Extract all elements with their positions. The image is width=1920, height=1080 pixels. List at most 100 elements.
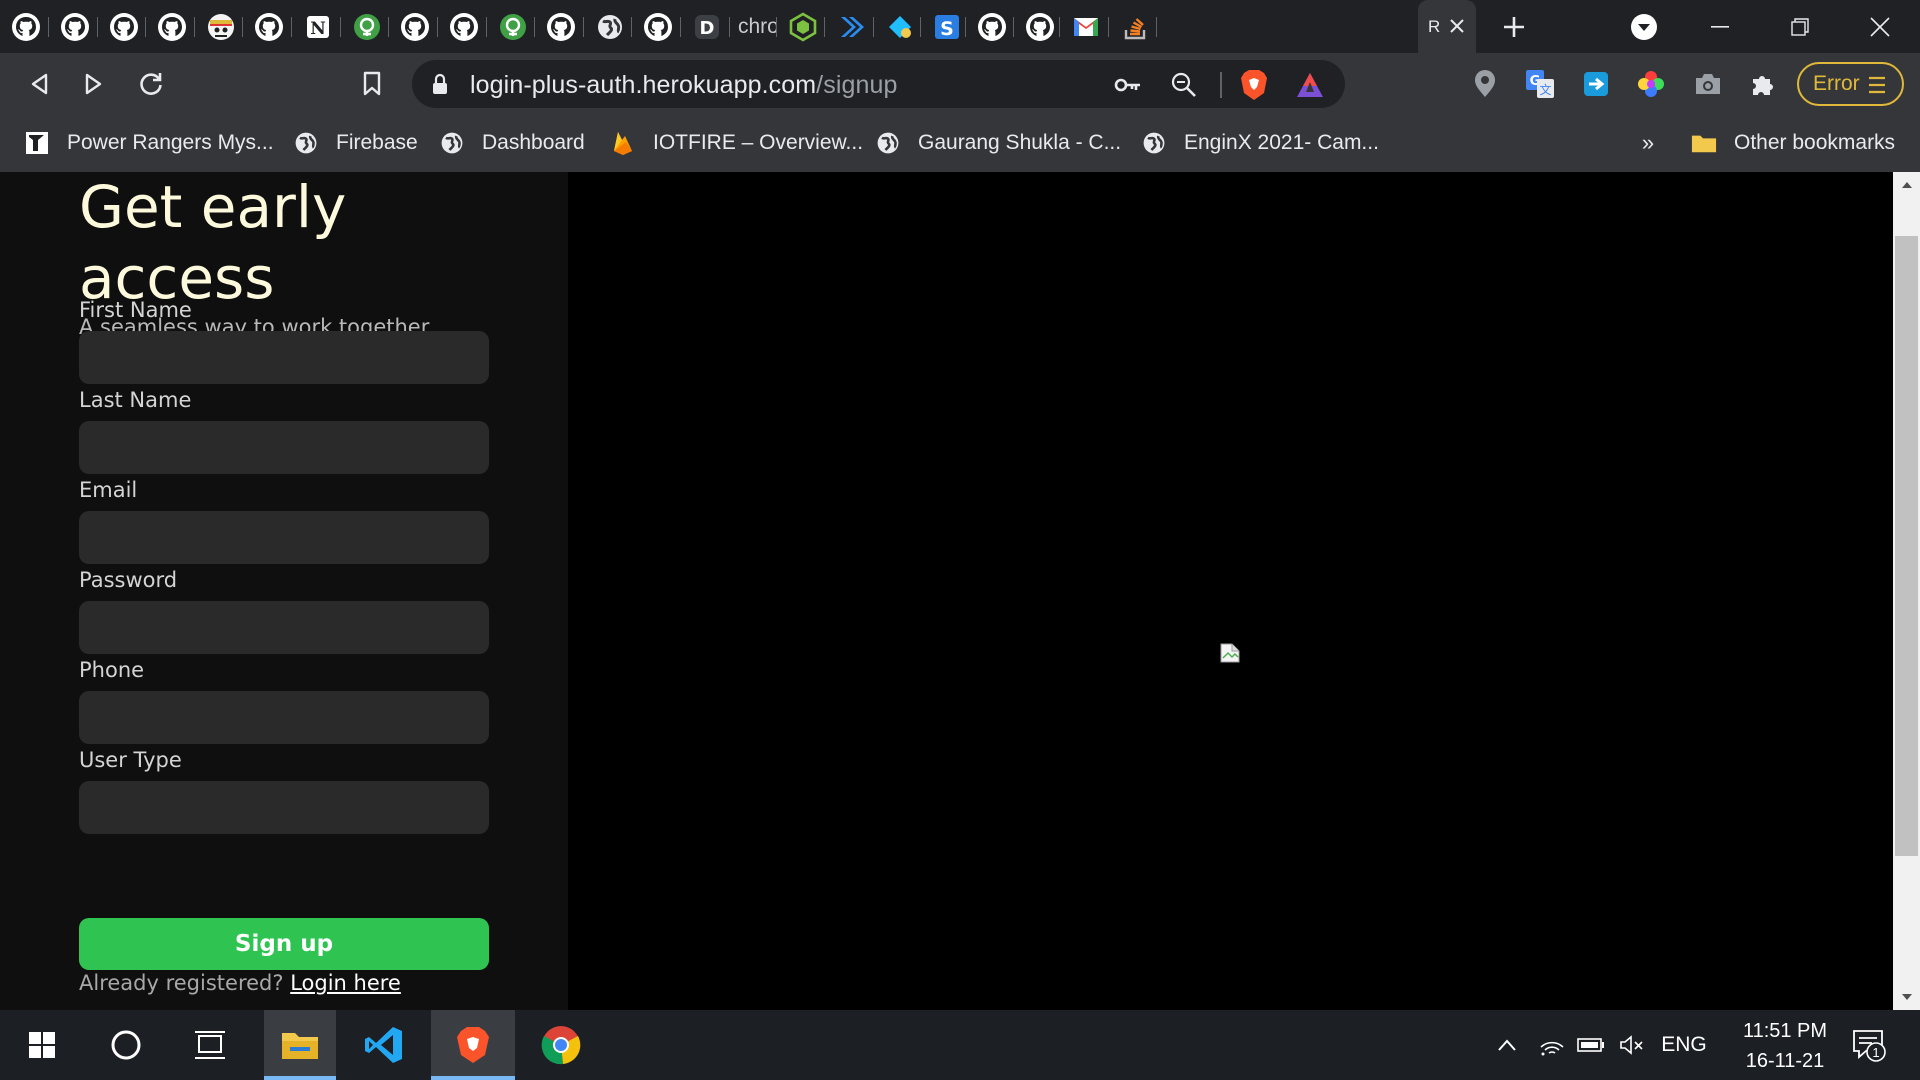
tray-overflow-icon[interactable]: [1492, 1010, 1522, 1080]
brave-rewards-icon[interactable]: [1294, 69, 1326, 101]
restore-button[interactable]: [1760, 0, 1840, 53]
browser-tab[interactable]: (: [777, 0, 825, 53]
battery-icon[interactable]: [1575, 1010, 1607, 1080]
browser-tab[interactable]: (: [341, 0, 389, 53]
location-extension-icon[interactable]: [1463, 62, 1507, 106]
volume-muted-icon[interactable]: [1615, 1010, 1649, 1080]
zoom-out-icon[interactable]: [1168, 69, 1200, 101]
browser-tab[interactable]: l: [146, 0, 195, 53]
browser-tab[interactable]: D(: [681, 0, 730, 53]
reload-button[interactable]: [129, 62, 173, 106]
notifications-button[interactable]: 1: [1844, 1010, 1894, 1080]
url-text[interactable]: login-plus-auth.herokuapp.com/signup: [470, 71, 898, 100]
scroll-down-arrow-icon[interactable]: [1893, 984, 1920, 1010]
browser-tab[interactable]: g: [438, 0, 487, 53]
login-link[interactable]: Login here: [290, 971, 401, 995]
browser-tab[interactable]: s: [243, 0, 292, 53]
browser-tab[interactable]: (: [1060, 0, 1109, 53]
bookmark-label: EnginX 2021- Cam...: [1184, 131, 1379, 154]
bookmark-item[interactable]: EnginX 2021- Cam...: [1141, 125, 1379, 161]
browser-tab[interactable]: chro: [730, 0, 777, 53]
svg-text:文: 文: [1539, 82, 1551, 97]
system-clock[interactable]: 11:51 PM 16-11-21: [1720, 1016, 1850, 1076]
tab-search-icon[interactable]: [1628, 11, 1660, 43]
page-title: Get early access: [79, 173, 347, 312]
browser-tab[interactable]: I: [966, 0, 1014, 53]
first-name-input[interactable]: [79, 331, 489, 384]
other-bookmarks-label: Other bookmarks: [1734, 131, 1896, 154]
page-scrollbar[interactable]: [1893, 172, 1920, 1010]
browser-tab[interactable]: a: [195, 0, 243, 53]
error-button[interactable]: Error: [1797, 62, 1904, 106]
close-tab-icon[interactable]: [1444, 13, 1470, 39]
new-tab-button[interactable]: [1497, 10, 1531, 44]
browser-tab[interactable]: I: [874, 0, 921, 53]
notification-count: 1: [1872, 1045, 1879, 1060]
bookmark-label: Dashboard: [482, 131, 585, 154]
browser-tab[interactable]: s: [825, 0, 874, 53]
bookmark-item[interactable]: Gaurang Shukla - C...: [875, 125, 1121, 161]
gitbook-icon: [352, 12, 382, 42]
browser-tab[interactable]: (: [0, 0, 49, 53]
browser-tab[interactable]: S': [921, 0, 966, 53]
signup-button[interactable]: Sign up: [79, 918, 489, 970]
omnibox-separator: [1220, 72, 1222, 98]
phone-input[interactable]: [79, 691, 489, 744]
google-translate-icon[interactable]: G文: [1518, 62, 1562, 106]
browser-tab[interactable]: (: [487, 0, 535, 53]
bookmark-item[interactable]: Dashboard: [439, 125, 585, 161]
d-icon: D: [692, 12, 722, 42]
start-button[interactable]: [0, 1010, 84, 1080]
color-picker-extension-icon[interactable]: [1629, 62, 1673, 106]
scroll-up-arrow-icon[interactable]: [1893, 172, 1920, 198]
address-bar[interactable]: login-plus-auth.herokuapp.com/signup: [412, 60, 1345, 108]
user-type-input[interactable]: [79, 781, 489, 834]
bookmarks-bar: Power Rangers Mys... Firebase Dashboard IOT…: [0, 115, 1920, 172]
task-view-icon[interactable]: [168, 1010, 252, 1080]
lock-icon[interactable]: [432, 73, 448, 100]
bookmark-item[interactable]: IOTFIRE – Overview...: [610, 125, 863, 161]
bookmarks-overflow-button[interactable]: »: [1636, 125, 1660, 161]
browser-tab[interactable]: I: [535, 0, 584, 53]
scroll-thumb[interactable]: [1895, 236, 1918, 856]
language-indicator[interactable]: ENG: [1656, 1010, 1712, 1080]
bookmark-item[interactable]: Firebase: [293, 125, 418, 161]
bookmark-label: Power Rangers Mys...: [67, 131, 274, 154]
extensions-puzzle-icon[interactable]: [1741, 62, 1785, 106]
chrome-taskbar-icon[interactable]: [525, 1010, 597, 1080]
browser-tab[interactable]: I: [49, 0, 98, 53]
url-path: /signup: [816, 71, 898, 99]
browser-tab[interactable]: I: [584, 0, 632, 53]
last-name-input[interactable]: [79, 421, 489, 474]
file-explorer-taskbar-icon[interactable]: [264, 1010, 336, 1080]
brave-taskbar-icon[interactable]: [431, 1010, 515, 1080]
send-tab-extension-icon[interactable]: [1574, 62, 1618, 106]
brave-shields-icon[interactable]: [1238, 69, 1270, 101]
browser-tab[interactable]: (: [1014, 0, 1060, 53]
browser-tab[interactable]: s: [98, 0, 146, 53]
login-prompt-text: Already registered?: [79, 971, 284, 995]
screenshot-extension-icon[interactable]: [1686, 62, 1730, 106]
page-viewport: Get early access A seamless way to work …: [0, 172, 1893, 1010]
globe-icon: [439, 130, 465, 156]
minimize-button[interactable]: [1680, 0, 1760, 53]
vscode-taskbar-icon[interactable]: [348, 1010, 420, 1080]
forward-button[interactable]: [72, 62, 116, 106]
broken-image-icon: [1219, 642, 1241, 664]
browser-tab[interactable]: NI: [292, 0, 341, 53]
close-window-button[interactable]: [1840, 0, 1920, 53]
cortana-search-icon[interactable]: [84, 1010, 168, 1080]
key-icon[interactable]: [1112, 69, 1144, 101]
github-icon: [977, 12, 1007, 42]
browser-tab[interactable]: g: [389, 0, 438, 53]
tab-separator: [1156, 17, 1157, 37]
wifi-icon[interactable]: [1537, 1010, 1567, 1080]
back-button[interactable]: [17, 62, 61, 106]
bookmark-page-icon[interactable]: [350, 62, 394, 106]
password-input[interactable]: [79, 601, 489, 654]
browser-tab[interactable]: (: [632, 0, 681, 53]
email-input[interactable]: [79, 511, 489, 564]
bookmark-item[interactable]: Power Rangers Mys...: [24, 125, 274, 161]
other-bookmarks-folder[interactable]: Other bookmarks: [1691, 125, 1895, 161]
browser-tab[interactable]: I: [1109, 0, 1157, 53]
